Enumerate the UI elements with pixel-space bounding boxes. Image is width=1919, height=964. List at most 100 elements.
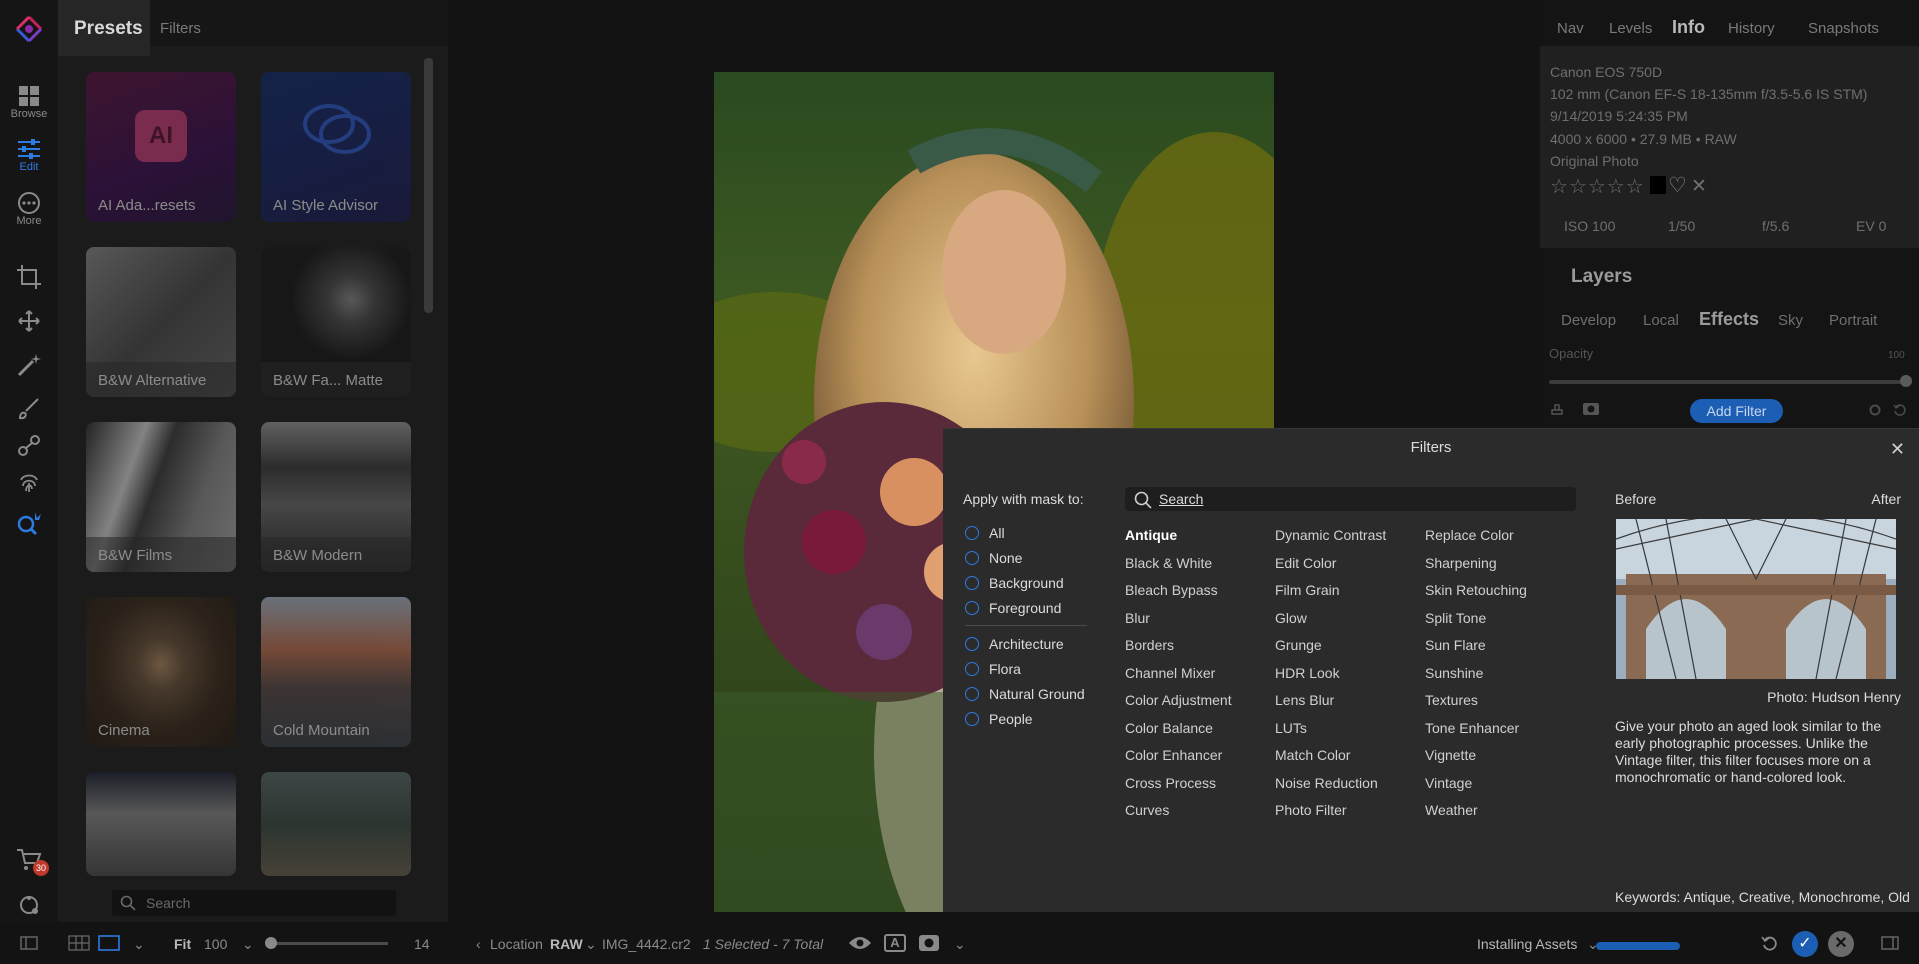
cancel-x-icon[interactable]: ✕ — [1828, 931, 1854, 957]
filter-item[interactable]: Color Balance — [1125, 720, 1213, 736]
filter-item[interactable]: Photo Filter — [1275, 802, 1347, 818]
star-icon[interactable]: ☆ — [1550, 176, 1569, 198]
presets-search-input[interactable]: Search — [112, 890, 396, 916]
location-chevron-icon[interactable]: ‹ — [476, 936, 481, 952]
filter-item[interactable]: Film Grain — [1275, 582, 1340, 598]
tab-levels[interactable]: Levels — [1609, 20, 1652, 37]
filter-item[interactable]: Edit Color — [1275, 555, 1336, 571]
filter-item[interactable]: Curves — [1125, 802, 1169, 818]
extensions-button[interactable] — [0, 892, 58, 918]
preset-card[interactable]: B&W Modern — [261, 422, 411, 572]
more-tool[interactable]: More — [0, 191, 58, 227]
reset-icon[interactable] — [1893, 403, 1907, 417]
preset-card[interactable] — [261, 772, 411, 876]
location-label[interactable]: Location — [490, 936, 543, 952]
filters-search-input[interactable]: Search — [1125, 487, 1576, 511]
filter-item[interactable]: Vintage — [1425, 775, 1472, 791]
filter-item[interactable]: Noise Reduction — [1275, 775, 1378, 791]
browse-tool[interactable]: Browse — [0, 84, 58, 120]
presets-scrollbar[interactable] — [424, 58, 433, 313]
tab-info[interactable]: Info — [1672, 17, 1705, 38]
edit-tool[interactable]: Edit — [0, 137, 58, 173]
magic-wand-tool[interactable] — [0, 352, 58, 378]
preset-card[interactable]: AI Style Advisor — [261, 72, 411, 222]
filter-item[interactable]: Skin Retouching — [1425, 582, 1527, 598]
panel-toggle-icon[interactable] — [20, 936, 38, 950]
tab-effects[interactable]: Effects — [1699, 309, 1759, 330]
crop-tool[interactable] — [0, 264, 58, 290]
filter-item[interactable]: Sunshine — [1425, 665, 1483, 681]
filter-item[interactable]: Color Enhancer — [1125, 747, 1222, 763]
filter-item[interactable]: Color Adjustment — [1125, 692, 1232, 708]
fit-button[interactable]: Fit — [174, 936, 191, 952]
installing-assets-status[interactable]: Installing Assets — [1477, 936, 1577, 952]
undo-icon[interactable] — [1761, 935, 1777, 951]
filter-item[interactable]: Grunge — [1275, 637, 1322, 653]
filter-item[interactable]: Channel Mixer — [1125, 665, 1215, 681]
tab-nav[interactable]: Nav — [1557, 20, 1584, 37]
tab-filters[interactable]: Filters — [160, 20, 201, 37]
filter-item[interactable]: Glow — [1275, 610, 1307, 626]
format-chevron-down-icon[interactable]: ⌄ — [585, 936, 597, 953]
preset-card[interactable]: B&W Alternative — [86, 247, 236, 397]
zoom-value[interactable]: 100 — [204, 936, 227, 952]
mask-option-architecture[interactable]: Architecture — [965, 636, 1064, 652]
star-icon[interactable]: ☆ — [1588, 176, 1607, 198]
mask-option-natural-ground[interactable]: Natural Ground — [965, 686, 1085, 702]
filter-item[interactable]: Black & White — [1125, 555, 1212, 571]
fingerprint-tool[interactable] — [0, 470, 58, 496]
filter-item[interactable]: Antique — [1125, 527, 1177, 543]
opacity-slider-handle[interactable] — [1900, 375, 1912, 387]
star-rating[interactable]: ☆☆☆☆☆ — [1550, 174, 1645, 199]
mask-view-icon[interactable] — [918, 934, 940, 952]
mask-option-background[interactable]: Background — [965, 575, 1064, 591]
preset-card[interactable]: B&W Fa... Matte — [261, 247, 411, 397]
tab-local[interactable]: Local — [1643, 312, 1679, 329]
preset-card[interactable]: Cold Mountain — [261, 597, 411, 747]
transform-tool[interactable] — [0, 309, 58, 333]
mask-option-foreground[interactable]: Foreground — [965, 600, 1061, 616]
tab-portrait[interactable]: Portrait — [1829, 312, 1877, 329]
filter-item[interactable]: Bleach Bypass — [1125, 582, 1218, 598]
filter-item[interactable]: Dynamic Contrast — [1275, 527, 1386, 543]
filter-item[interactable]: Vignette — [1425, 747, 1476, 763]
tab-sky[interactable]: Sky — [1778, 312, 1803, 329]
filter-item[interactable]: Sharpening — [1425, 555, 1497, 571]
preset-card[interactable]: Cinema — [86, 597, 236, 747]
heart-icon[interactable]: ♡ — [1668, 173, 1687, 198]
color-label-icon[interactable] — [1650, 176, 1666, 194]
overlay-chevron-down-icon[interactable]: ⌄ — [954, 936, 966, 953]
star-icon[interactable]: ☆ — [1626, 176, 1645, 198]
mask-option-people[interactable]: People — [965, 711, 1033, 727]
tab-snapshots[interactable]: Snapshots — [1808, 20, 1879, 37]
eye-icon[interactable] — [848, 935, 872, 951]
format-label[interactable]: RAW — [550, 936, 583, 952]
clone-tool[interactable] — [0, 433, 58, 459]
filter-item[interactable]: Match Color — [1275, 747, 1350, 763]
chevron-down-icon[interactable]: ⌄ — [133, 936, 145, 953]
tab-develop[interactable]: Develop — [1561, 312, 1616, 329]
preset-card[interactable] — [86, 772, 236, 876]
cart-button[interactable]: 30 — [0, 846, 58, 876]
single-view-icon[interactable] — [98, 935, 120, 951]
filter-item[interactable]: Lens Blur — [1275, 692, 1334, 708]
tab-presets[interactable]: Presets — [58, 0, 150, 56]
mask-option-flora[interactable]: Flora — [965, 661, 1021, 677]
filter-item[interactable]: LUTs — [1275, 720, 1307, 736]
opacity-slider[interactable] — [1549, 380, 1905, 384]
search-tool[interactable] — [0, 510, 58, 538]
preset-card[interactable]: B&W Films — [86, 422, 236, 572]
add-filter-button[interactable]: Add Filter — [1690, 399, 1783, 423]
mask-icon[interactable] — [1582, 402, 1600, 416]
close-icon[interactable]: ✕ — [1890, 439, 1905, 460]
zoom-chevron-down-icon[interactable]: ⌄ — [242, 936, 254, 953]
star-icon[interactable]: ☆ — [1607, 176, 1626, 198]
gear-icon[interactable] — [1868, 403, 1882, 417]
filter-item[interactable]: Tone Enhancer — [1425, 720, 1519, 736]
text-overlay-icon[interactable]: A — [884, 934, 906, 952]
grid-view-icon[interactable] — [68, 935, 90, 951]
star-icon[interactable]: ☆ — [1569, 176, 1588, 198]
right-panel-toggle-icon[interactable] — [1881, 936, 1899, 950]
brush-tool[interactable] — [0, 396, 58, 422]
tab-history[interactable]: History — [1728, 20, 1775, 37]
